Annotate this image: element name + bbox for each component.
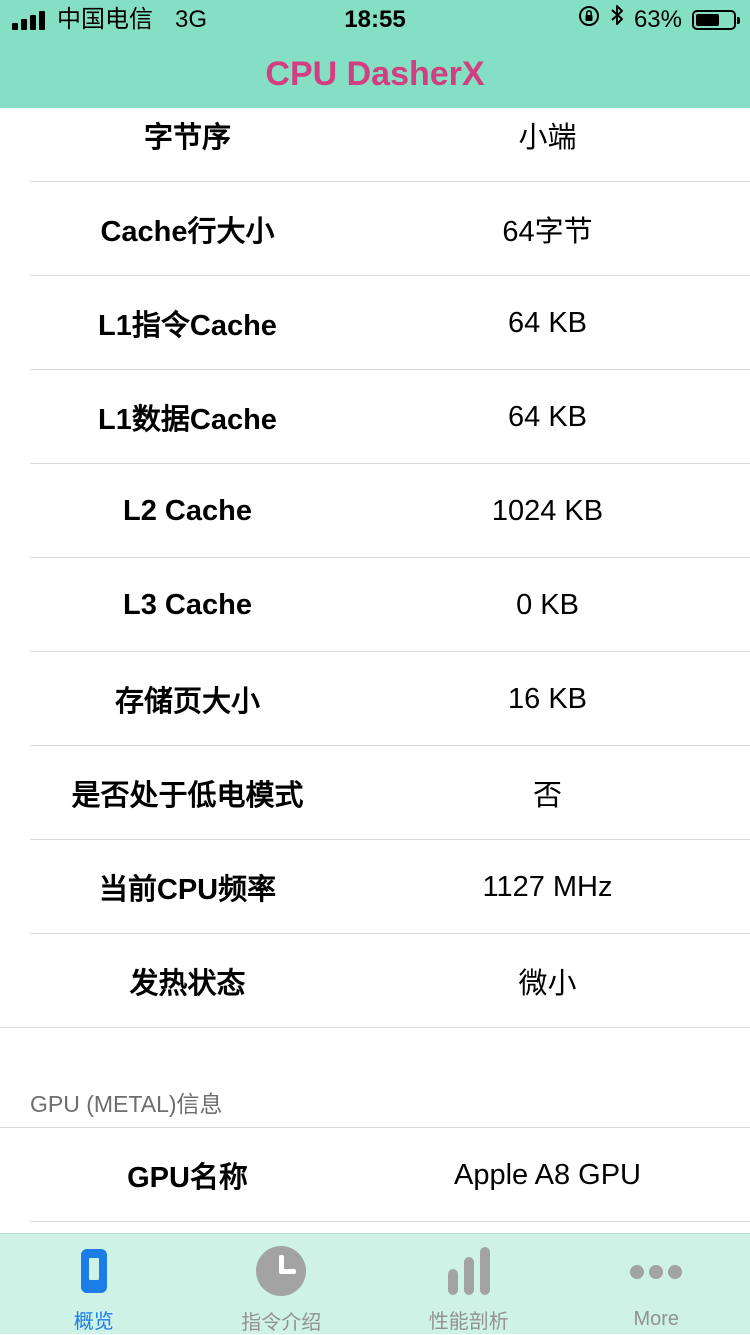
tab-label: 性能剖析 [429,1305,509,1334]
battery-icon [692,10,736,30]
tab-label: More [633,1308,679,1331]
status-bar: 中国电信 3G 18:55 63% [0,0,750,40]
row-value: 小端 [375,114,750,156]
bluetooth-icon [610,0,624,40]
row-value: 0 KB [375,589,750,622]
row-label: L3 Cache [0,589,375,622]
row-label: 字节序 [0,114,375,156]
tab-bar: 概览 指令介绍 性能剖析 More [0,1233,750,1334]
info-row-gpu-name: GPU名称 Apple A8 GPU [0,1128,750,1222]
row-value: 1127 MHz [375,871,750,904]
row-value: 16 KB [375,683,750,716]
row-label: Cache行大小 [0,208,375,250]
row-value: 64 KB [375,401,750,434]
row-label: 存储页大小 [0,678,375,720]
status-right: 63% [578,0,736,40]
info-row-byte-order: 字节序 小端 [0,108,750,182]
clock-icon [256,1246,306,1296]
row-label: L2 Cache [0,495,375,528]
battery-percent: 63% [634,0,682,40]
tab-overview[interactable]: 概览 [0,1234,188,1334]
section-spacer [0,1028,750,1080]
row-label: 当前CPU频率 [0,866,375,908]
info-row-cpu-frequency: 当前CPU频率 1127 MHz [0,840,750,934]
phone-icon [81,1249,107,1293]
content-scroll[interactable]: 字节序 小端 Cache行大小 64字节 L1指令Cache 64 KB L1数… [0,108,750,1234]
tab-label: 指令介绍 [241,1306,321,1335]
row-label: GPU名称 [0,1154,375,1196]
tab-more[interactable]: More [563,1234,750,1334]
info-row-low-power-mode: 是否处于低电模式 否 [0,746,750,840]
info-list: 字节序 小端 Cache行大小 64字节 L1指令Cache 64 KB L1数… [0,108,750,1222]
row-value: 64字节 [375,208,750,250]
row-value: 否 [375,772,750,814]
tab-instructions[interactable]: 指令介绍 [188,1234,376,1334]
tab-label: 概览 [74,1305,114,1334]
tab-performance[interactable]: 性能剖析 [375,1234,563,1334]
header: 中国电信 3G 18:55 63% CPU DasherX [0,0,750,108]
row-value: Apple A8 GPU [375,1159,750,1192]
info-row-l1-data-cache: L1数据Cache 64 KB [0,370,750,464]
info-row-l3-cache: L3 Cache 0 KB [0,558,750,652]
orientation-lock-icon [578,0,600,40]
info-row-l1-instruction-cache: L1指令Cache 64 KB [0,276,750,370]
row-label: 发热状态 [0,960,375,1002]
row-value: 64 KB [375,307,750,340]
row-value: 微小 [375,960,750,1002]
bar-chart-icon [448,1247,490,1295]
info-row-l2-cache: L2 Cache 1024 KB [0,464,750,558]
battery-level [696,14,719,26]
page-title: CPU DasherX [0,40,750,108]
info-row-page-size: 存储页大小 16 KB [0,652,750,746]
info-row-thermal-state: 发热状态 微小 [0,934,750,1028]
row-value: 1024 KB [375,495,750,528]
info-row-cache-line-size: Cache行大小 64字节 [0,182,750,276]
row-label: L1数据Cache [0,396,375,438]
more-icon [630,1265,682,1279]
row-label: L1指令Cache [0,302,375,344]
row-label: 是否处于低电模式 [0,772,375,814]
section-header-gpu: GPU (METAL)信息 [0,1080,750,1128]
